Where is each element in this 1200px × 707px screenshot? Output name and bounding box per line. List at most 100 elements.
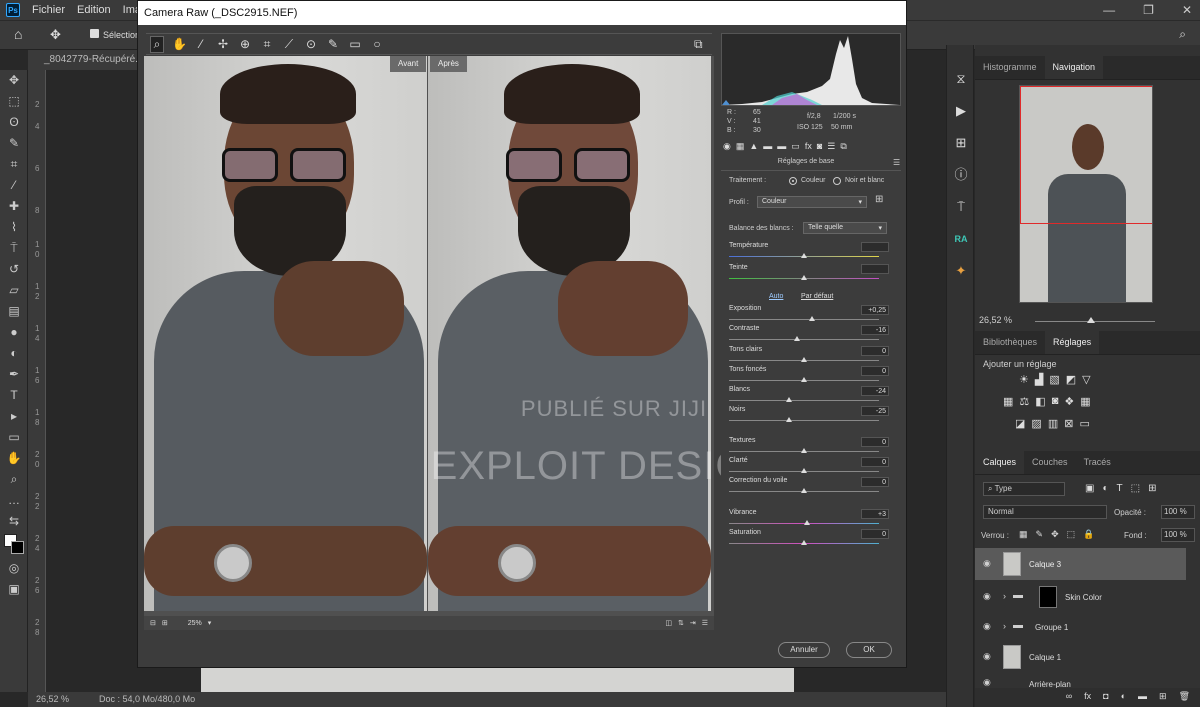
cancel-button[interactable]: Annuler (778, 642, 830, 658)
profile-browser-icon[interactable]: ⊞ (875, 194, 883, 205)
pixel-filter-icon[interactable]: ▣ (1085, 483, 1094, 494)
quick-select-icon[interactable]: ✎ (0, 133, 28, 154)
slider-dehaze[interactable]: Correction du voile 0 (729, 477, 899, 493)
stamp-icon[interactable]: ⍑ (947, 191, 975, 223)
hand-icon[interactable]: ✋ (0, 448, 28, 469)
slider-track[interactable] (729, 400, 879, 401)
slider-value[interactable]: 0 (861, 346, 889, 356)
info-icon[interactable]: ⓘ (947, 159, 975, 191)
basic-panel-icon[interactable]: ◉ (723, 141, 731, 155)
gradient-icon[interactable]: ▤ (0, 301, 28, 322)
close-icon[interactable]: ✕ (1182, 3, 1192, 17)
layer-row[interactable]: ◉ Calque 3 (975, 548, 1186, 580)
slider-value[interactable]: -25 (861, 406, 889, 416)
threshold-icon[interactable]: ▥ (1048, 417, 1058, 430)
slider-value[interactable]: +0,25 (861, 305, 889, 315)
levels-icon[interactable]: ▟ (1035, 373, 1043, 386)
swap-colors-icon[interactable]: ⇆ (0, 511, 28, 532)
healing-icon[interactable]: ✚ (0, 196, 28, 217)
link-icon[interactable]: ∞ (1066, 691, 1072, 707)
navigator-thumbnail[interactable] (1019, 85, 1153, 303)
red-eye-icon[interactable]: ⊙ (304, 37, 318, 51)
slider-value[interactable]: +3 (861, 509, 889, 519)
radial-filter-icon[interactable]: ○ (370, 37, 384, 51)
zoom-chevron-icon[interactable]: ▾ (208, 619, 212, 627)
radio-color[interactable] (789, 177, 797, 185)
slider-temperature[interactable]: Température (729, 242, 899, 258)
hand-tool-icon[interactable]: ✋ (172, 37, 187, 51)
slider-value[interactable]: 0 (861, 529, 889, 539)
slider-whites[interactable]: Blancs -24 (729, 386, 899, 402)
clone-stamp-icon[interactable]: ⍑ (0, 238, 28, 259)
eyedropper-icon[interactable]: ⁄ (0, 175, 28, 196)
lock-brush-icon[interactable]: ✎ (1036, 529, 1044, 540)
slider-thumb[interactable] (801, 253, 807, 258)
crop-icon[interactable]: ⌗ (0, 154, 28, 175)
layer-filter-select[interactable]: ⌕ Type (983, 482, 1065, 496)
slider-value[interactable] (861, 242, 889, 252)
target-adjust-icon[interactable]: ⊕ (238, 37, 252, 51)
view-box[interactable] (1020, 86, 1152, 224)
ok-button[interactable]: OK (846, 642, 892, 658)
lookup-icon[interactable]: ▦ (1080, 395, 1090, 408)
slider-track[interactable] (729, 319, 879, 320)
default-link[interactable]: Par défaut (801, 293, 833, 300)
slider-value[interactable]: 0 (861, 437, 889, 447)
lasso-icon[interactable]: ʘ (0, 112, 28, 133)
document-tab[interactable]: _8042779-Récupéré.NEF (28, 50, 138, 70)
slider-blacks[interactable]: Noirs -25 (729, 406, 899, 422)
brush-icon[interactable]: ⌇ (0, 217, 28, 238)
slider-value[interactable]: 0 (861, 366, 889, 376)
slider-saturation[interactable]: Saturation 0 (729, 529, 899, 545)
zoom-out-icon[interactable]: ⊟ (150, 619, 156, 627)
bw-icon[interactable]: ◧ (1035, 395, 1045, 408)
slider-value[interactable]: -24 (861, 386, 889, 396)
selective-color-icon[interactable]: ⊠ (1064, 417, 1073, 430)
compare-view-icon[interactable]: ◫ (665, 619, 672, 627)
visibility-eye-icon[interactable]: ◉ (983, 651, 991, 662)
auto-link[interactable]: Auto (769, 293, 783, 300)
type-icon[interactable]: T (0, 385, 28, 406)
slider-highlights[interactable]: Tons clairs 0 (729, 346, 899, 362)
nav-zoom[interactable]: 26,52 % (979, 315, 1012, 325)
adjustment-layer-icon[interactable]: ◐ (1121, 691, 1126, 707)
slider-clarity[interactable]: Clarté 0 (729, 457, 899, 473)
adjust-brush-icon[interactable]: ✎ (326, 37, 340, 51)
slider-value[interactable]: 0 (861, 477, 889, 487)
slider-thumb[interactable] (786, 397, 792, 402)
select-checkbox[interactable] (90, 29, 99, 38)
lock-artboard-icon[interactable]: ⬚ (1067, 529, 1076, 540)
slider-texture[interactable]: Textures 0 (729, 437, 899, 453)
blur-icon[interactable]: ● (0, 322, 28, 343)
move-tool-icon[interactable]: ✥ (50, 27, 61, 43)
ra-badge[interactable]: RA (947, 223, 975, 255)
shape-filter-icon[interactable]: ⬚ (1131, 483, 1140, 494)
play-icon[interactable]: ▶ (947, 95, 975, 127)
lock-pixels-icon[interactable]: ▦ (1019, 529, 1028, 540)
slider-tint[interactable]: Teinte (729, 264, 899, 280)
marquee-icon[interactable]: ⬚ (0, 91, 28, 112)
path-select-icon[interactable]: ▸ (0, 406, 28, 427)
copy-settings-icon[interactable]: ⇥ (690, 619, 696, 627)
new-layer-icon[interactable]: ⊞ (1159, 691, 1167, 707)
visibility-eye-icon[interactable]: ◉ (983, 677, 991, 688)
tab-layers[interactable]: Calques (975, 451, 1025, 474)
posterize-icon[interactable]: ▨ (1031, 417, 1041, 430)
expand-chevron-icon[interactable]: › (1003, 591, 1006, 601)
color-swatches[interactable] (0, 532, 28, 558)
smart-filter-icon[interactable]: ⊞ (1148, 483, 1156, 494)
tone-curve-icon[interactable]: ▦ (736, 141, 745, 155)
profile-select[interactable]: Couleur ▾ (757, 196, 867, 208)
vibrance-icon[interactable]: ▽ (1082, 373, 1090, 386)
pen-icon[interactable]: ✒ (0, 364, 28, 385)
fill-field[interactable]: 100 % (1161, 528, 1195, 542)
minimize-icon[interactable]: — (1103, 3, 1115, 17)
wb-select[interactable]: Telle quelle ▾ (803, 222, 887, 234)
nav-zoom-thumb[interactable] (1087, 317, 1095, 323)
fx-icon[interactable]: fx (1084, 691, 1091, 707)
adjust-filter-icon[interactable]: ◐ (1102, 483, 1108, 494)
lock-move-icon[interactable]: ✥ (1051, 529, 1059, 540)
opacity-field[interactable]: 100 % (1161, 505, 1195, 519)
new-group-icon[interactable]: ▬ (1138, 691, 1147, 707)
slider-exposure[interactable]: Exposition +0,25 (729, 305, 899, 321)
